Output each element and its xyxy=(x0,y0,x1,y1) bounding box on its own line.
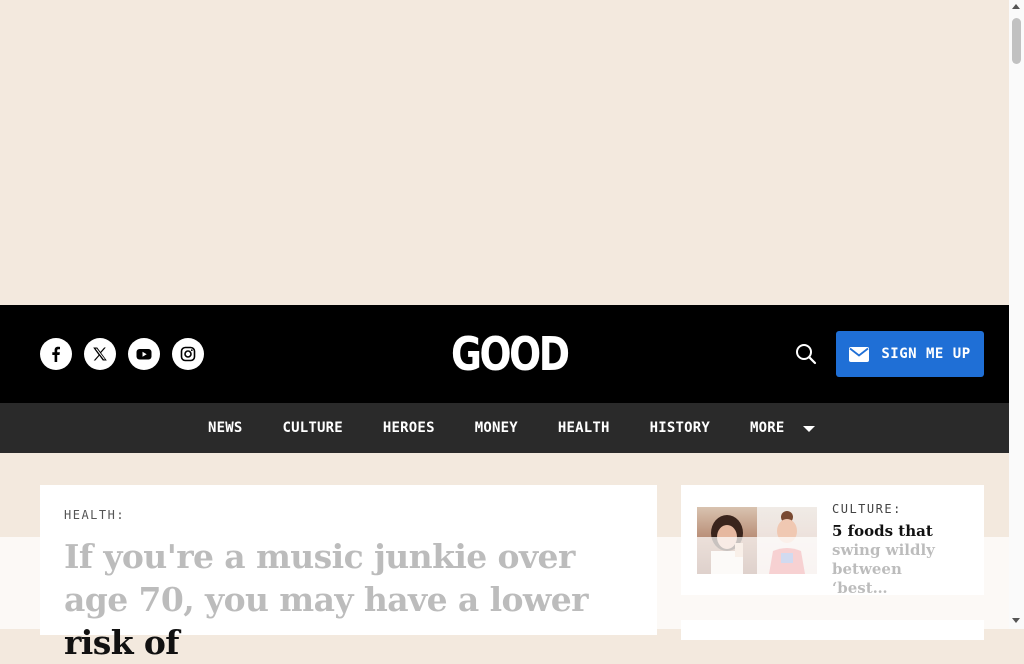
x-link[interactable] xyxy=(84,338,116,370)
page-scrollbar[interactable] xyxy=(1009,0,1024,629)
sidebar-article-card[interactable]: CULTURE: 5 foods that swing wildly betwe… xyxy=(681,485,984,597)
sign-up-label: SIGN ME UP xyxy=(881,346,971,362)
social-links xyxy=(40,338,204,370)
facebook-link[interactable] xyxy=(40,338,72,370)
site-logo[interactable]: GOOD xyxy=(451,327,593,381)
sign-up-button[interactable]: SIGN ME UP xyxy=(836,331,984,377)
sidebar-article-card-next[interactable] xyxy=(681,620,984,640)
sidebar-article-category: CULTURE: xyxy=(832,502,902,516)
nav-item-money[interactable]: MONEY xyxy=(475,420,518,436)
article-headline: If you're a music junkie over age 70, yo… xyxy=(64,537,589,662)
logo-text: GOOD xyxy=(451,327,570,381)
sidebar-article-thumbnail xyxy=(697,507,817,574)
nav-item-health[interactable]: HEALTH xyxy=(558,420,610,436)
search-icon xyxy=(796,344,817,365)
sidebar-article-title: 5 foods that swing wildly between ‘best… xyxy=(832,522,935,597)
nav-more-label: MORE xyxy=(750,420,785,436)
nav-item-news[interactable]: NEWS xyxy=(208,420,243,436)
nav-item-more[interactable]: MORE xyxy=(750,420,815,436)
youtube-link[interactable] xyxy=(128,338,160,370)
site-header: GOOD SIGN ME UP xyxy=(0,305,1009,403)
ad-space xyxy=(0,0,1009,305)
x-icon xyxy=(93,347,107,361)
instagram-icon xyxy=(180,346,196,362)
envelope-icon xyxy=(849,346,870,362)
article-category[interactable]: HEALTH: xyxy=(64,508,125,522)
nav-items: NEWS CULTURE HEROES MONEY HEALTH HISTORY… xyxy=(208,403,815,453)
instagram-link[interactable] xyxy=(172,338,204,370)
nav-item-heroes[interactable]: HEROES xyxy=(383,420,435,436)
facebook-icon xyxy=(52,346,60,362)
search-button[interactable] xyxy=(794,342,818,366)
nav-item-culture[interactable]: CULTURE xyxy=(283,420,343,436)
scrollbar-thumb[interactable] xyxy=(1012,18,1021,64)
main-article: HEALTH: If you're a music junkie over ag… xyxy=(40,485,657,662)
main-nav: NEWS CULTURE HEROES MONEY HEALTH HISTORY… xyxy=(0,403,1009,453)
youtube-icon xyxy=(136,349,152,360)
nav-item-history[interactable]: HISTORY xyxy=(650,420,710,436)
caret-down-icon xyxy=(802,426,815,432)
scroll-up-arrow-icon[interactable] xyxy=(1012,4,1020,9)
scroll-down-arrow-icon[interactable] xyxy=(1012,618,1020,623)
